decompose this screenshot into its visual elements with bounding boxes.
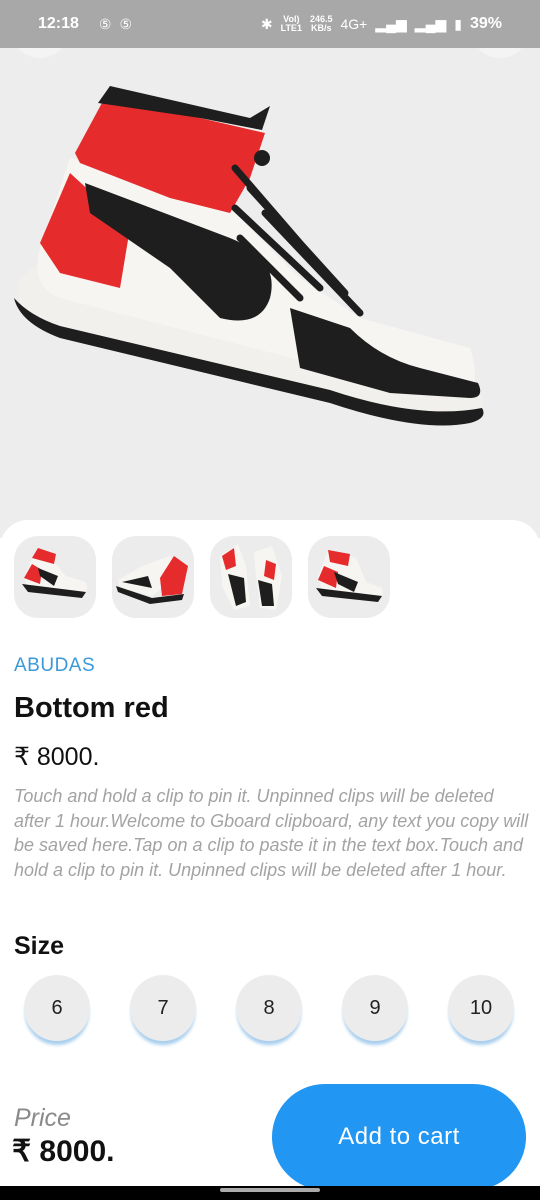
- signal-icon: ▂▄▆: [375, 15, 407, 32]
- thumbnail-pair[interactable]: [210, 536, 292, 618]
- sneaker-image: [14, 86, 484, 426]
- size-option-7[interactable]: 7: [130, 975, 196, 1041]
- thumbnail-list: [14, 536, 390, 618]
- network-type: 4G+: [340, 16, 368, 32]
- sim-icon: ⑤: [119, 15, 133, 32]
- thumbnail-back[interactable]: [112, 536, 194, 618]
- size-heading: Size: [14, 932, 65, 960]
- network-speed: 246.5 KB/s: [309, 14, 333, 33]
- sneaker-thumb-image: [22, 548, 87, 598]
- bluetooth-icon: ✱: [260, 15, 273, 32]
- add-to-cart-button[interactable]: Add to cart: [272, 1084, 526, 1190]
- footer-price-value: ₹ 8000.: [12, 1135, 115, 1168]
- sneaker-thumb-image: [116, 556, 188, 604]
- thumbnail-front[interactable]: [308, 536, 390, 618]
- thumbnail-side[interactable]: [14, 536, 96, 618]
- home-gesture-handle[interactable]: [220, 1188, 320, 1192]
- product-price: ₹ 8000.: [14, 743, 100, 771]
- footer-price-label: Price: [14, 1104, 71, 1132]
- sim-icon: ⑤: [98, 15, 112, 32]
- battery-icon: ▮: [454, 15, 462, 32]
- product-hero-image: [0, 48, 540, 538]
- size-options: 6 7 8 9 10: [24, 975, 514, 1041]
- product-title: Bottom red: [14, 692, 169, 724]
- product-details-sheet: ABUDAS Bottom red ₹ 8000. Touch and hold…: [0, 520, 540, 1200]
- volte-indicator: Vol) LTE1: [280, 14, 302, 33]
- sneaker-thumb-image: [220, 544, 282, 610]
- battery-percent: 39%: [469, 15, 502, 32]
- sneaker-thumb-image: [316, 550, 383, 602]
- signal-icon: ▂▄▆: [414, 15, 447, 32]
- status-bar: 12:18 ⑤ ⑤ ✱ Vol) LTE1 246.5 KB/s 4G+ ▂▄▆…: [0, 0, 540, 48]
- status-time: 12:18: [38, 15, 79, 32]
- status-left-icons: ⑤ ⑤: [99, 16, 132, 33]
- size-option-9[interactable]: 9: [342, 975, 408, 1041]
- product-description: Touch and hold a clip to pin it. Unpinne…: [14, 786, 529, 880]
- status-right: ✱ Vol) LTE1 246.5 KB/s 4G+ ▂▄▆ ▂▄▆ ▮ 39%: [261, 15, 502, 33]
- size-option-8[interactable]: 8: [236, 975, 302, 1041]
- size-option-6[interactable]: 6: [24, 975, 90, 1041]
- brand-name: ABUDAS: [14, 655, 96, 676]
- size-option-10[interactable]: 10: [448, 975, 514, 1041]
